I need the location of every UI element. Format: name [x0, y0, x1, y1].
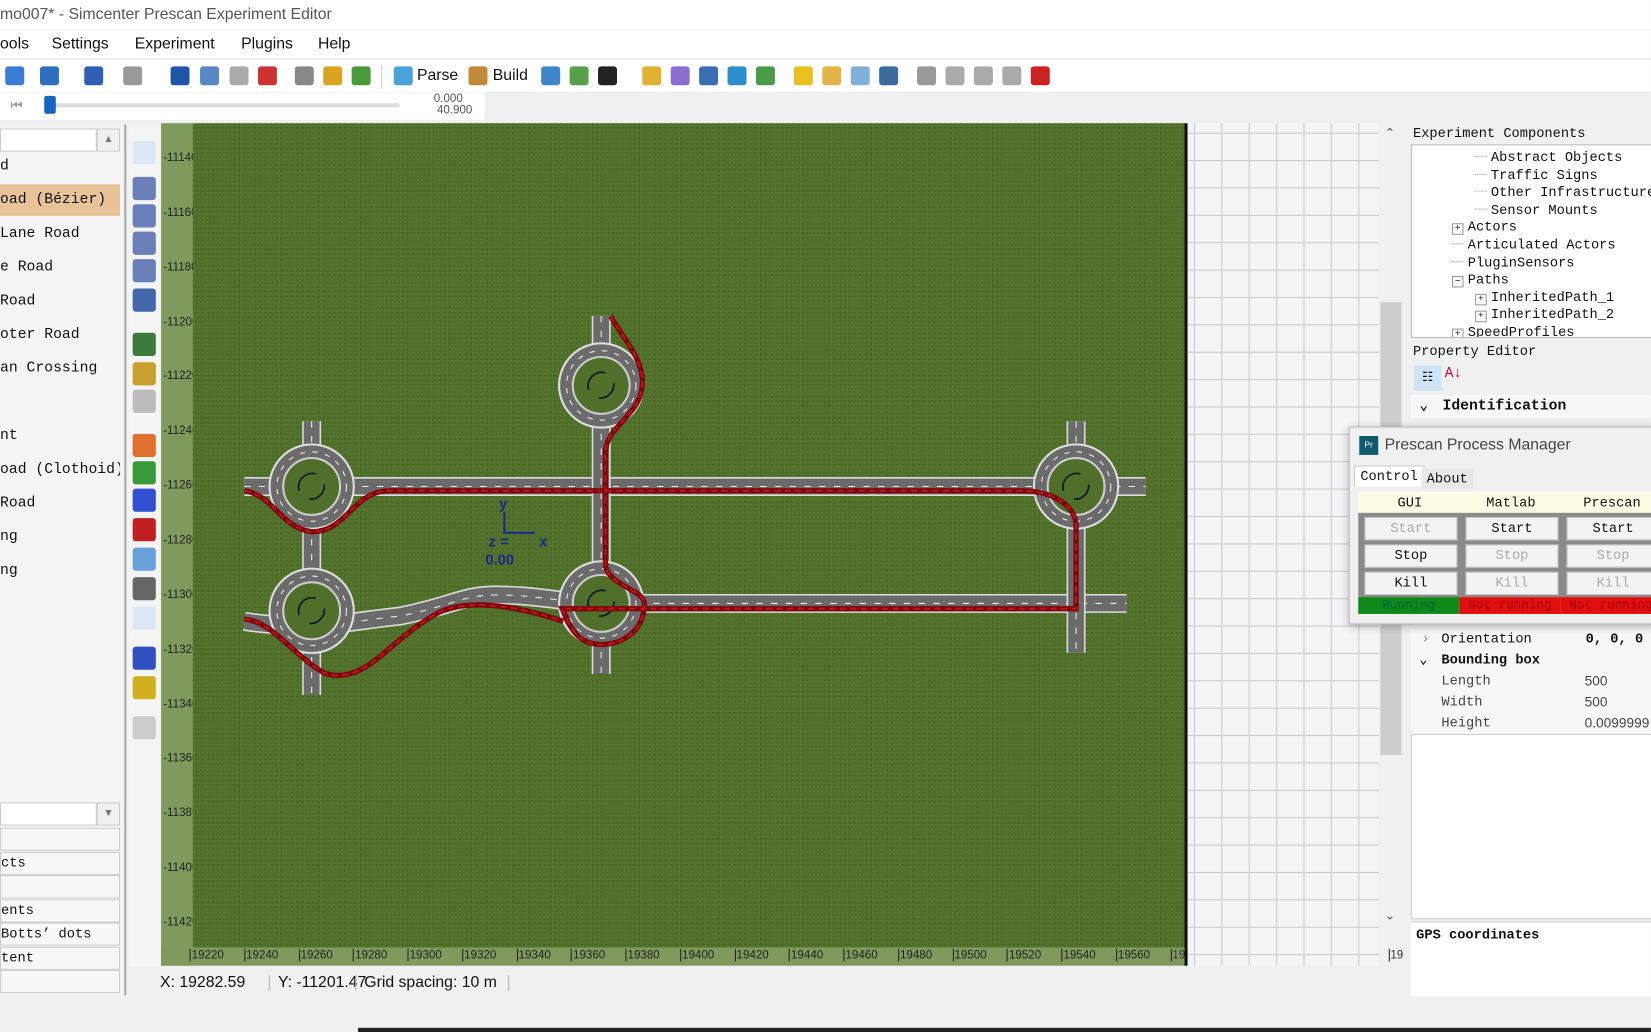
- tree-connector[interactable]: [1451, 254, 1464, 262]
- tree-connector[interactable]: [1475, 167, 1487, 175]
- tree-item[interactable]: + Actors: [1451, 219, 1518, 236]
- tree-connector[interactable]: [1451, 237, 1464, 245]
- tree-item[interactable]: PluginSensors: [1451, 254, 1575, 271]
- property-value: 0.0099999: [1584, 715, 1650, 731]
- tree-item-label: Sensor Mounts: [1490, 201, 1598, 218]
- property-row[interactable]: Width 500: [1410, 691, 1651, 713]
- tree-item[interactable]: Sensor Mounts: [1475, 202, 1598, 218]
- prescan-kill-button[interactable]: Kill: [1566, 571, 1651, 596]
- expand-icon[interactable]: +: [1475, 293, 1487, 306]
- expand-icon[interactable]: +: [1451, 328, 1464, 337]
- prescan-stop-button[interactable]: Stop: [1566, 544, 1651, 568]
- tree-item[interactable]: + InheritedPath_1: [1475, 289, 1615, 306]
- matlab-kill-button[interactable]: Kill: [1465, 571, 1559, 596]
- identification-section[interactable]: ⌄ Identification: [1410, 394, 1651, 419]
- roundabout-island: [1046, 457, 1106, 517]
- origin-z-label: z =: [488, 532, 509, 550]
- tree-item-label: Actors: [1467, 219, 1518, 236]
- status-bar: X: 19282.59 | Y: -11201.47 | Grid spacin…: [124, 969, 1411, 995]
- expand-icon[interactable]: −: [1451, 276, 1464, 288]
- process-manager-dialog: Pr Prescan Process Manager Control About…: [1348, 426, 1651, 625]
- tree-item-label: Paths: [1467, 271, 1509, 288]
- column-header-matlab: Matlab: [1486, 494, 1536, 511]
- tab-control[interactable]: Control: [1354, 465, 1425, 487]
- cursor-x: X: 19282.59: [160, 973, 246, 991]
- expand-icon[interactable]: +: [1475, 311, 1487, 323]
- tree-item[interactable]: − Paths: [1451, 271, 1509, 288]
- status-prescan: Not running: [1560, 597, 1651, 614]
- property-row[interactable]: Height 0.0099999: [1410, 712, 1651, 735]
- roundabout-island: [282, 581, 342, 641]
- tree-connector[interactable]: [1475, 150, 1487, 157]
- property-name: Height: [1441, 715, 1491, 731]
- roundabout-island: [571, 355, 631, 415]
- status-gui: Running: [1358, 597, 1460, 614]
- gui-start-button[interactable]: Start: [1364, 517, 1458, 541]
- tab-about[interactable]: About: [1421, 468, 1474, 489]
- column-header-gui: GUI: [1397, 494, 1423, 511]
- tree-item[interactable]: + SpeedProfiles: [1451, 324, 1575, 339]
- roundabout-island: [282, 457, 342, 517]
- property-name: Width: [1441, 693, 1483, 710]
- origin-x-label: x: [539, 532, 548, 550]
- property-value: 500: [1584, 672, 1608, 689]
- tree-item-label: SpeedProfiles: [1467, 324, 1575, 339]
- column-header-prescan: Prescan: [1583, 494, 1641, 511]
- gps-title: GPS coordinates: [1416, 926, 1540, 943]
- origin-z-value: 0.00: [485, 550, 515, 568]
- tree-item-label: Articulated Actors: [1467, 236, 1616, 253]
- components-tree: Abstract Objects Traffic Signs Other Infra…: [1410, 144, 1651, 339]
- tree-item-label: PluginSensors: [1467, 254, 1575, 271]
- expand-icon[interactable]: +: [1451, 223, 1464, 236]
- origin-y-label: y: [499, 494, 508, 512]
- prescan-app-icon: Pr: [1359, 435, 1379, 455]
- property-title: Property Editor: [1412, 343, 1537, 360]
- tree-connector[interactable]: [1475, 202, 1487, 210]
- categorized-view-icon[interactable]: ☷: [1414, 365, 1442, 391]
- sort-az-icon[interactable]: A↓: [1445, 365, 1463, 382]
- property-area: [1410, 734, 1651, 920]
- prescan-start-button[interactable]: Start: [1566, 517, 1651, 541]
- tree-connector[interactable]: [1475, 184, 1487, 192]
- bounding-box-section[interactable]: ⌄ Bounding box: [1410, 649, 1651, 671]
- property-value: 500: [1584, 693, 1608, 710]
- matlab-start-button[interactable]: Start: [1465, 517, 1559, 541]
- tree-item[interactable]: Articulated Actors: [1451, 236, 1616, 253]
- tree-item-label: Traffic Signs: [1490, 167, 1598, 183]
- status-matlab: Not running: [1459, 597, 1561, 614]
- gui-stop-button[interactable]: Stop: [1364, 544, 1458, 568]
- dialog-title: Prescan Process Manager: [1384, 435, 1571, 454]
- taskbar-edge: [357, 1027, 1651, 1032]
- tree-item-label: Abstract Objects: [1490, 149, 1623, 166]
- gui-kill-button[interactable]: Kill: [1364, 571, 1458, 596]
- tree-item[interactable]: Traffic Signs: [1475, 167, 1598, 183]
- prescan-editor-window: mo007* - Simcenter Prescan Experiment Ed…: [0, 0, 1651, 1032]
- grid-spacing: Grid spacing: 10 m: [364, 973, 497, 991]
- tree-item[interactable]: + InheritedPath_2: [1475, 307, 1614, 323]
- property-name: Length: [1441, 672, 1491, 689]
- property-row[interactable]: Length 500: [1410, 670, 1651, 692]
- tree-item-label: Other Infrastructures: [1490, 184, 1651, 201]
- orientation-row[interactable]: › Orientation 0, 0, 0: [1410, 628, 1651, 650]
- tree-item-label: InheritedPath_1: [1490, 289, 1615, 306]
- tree-item[interactable]: Abstract Objects: [1475, 149, 1623, 166]
- tree-item[interactable]: Other Infrastructures: [1475, 184, 1651, 200]
- tree-item-label: InheritedPath_2: [1490, 306, 1615, 323]
- components-title: Experiment Components: [1412, 125, 1586, 142]
- gps-panel: GPS coordinates: [1410, 921, 1651, 997]
- matlab-stop-button[interactable]: Stop: [1465, 544, 1559, 568]
